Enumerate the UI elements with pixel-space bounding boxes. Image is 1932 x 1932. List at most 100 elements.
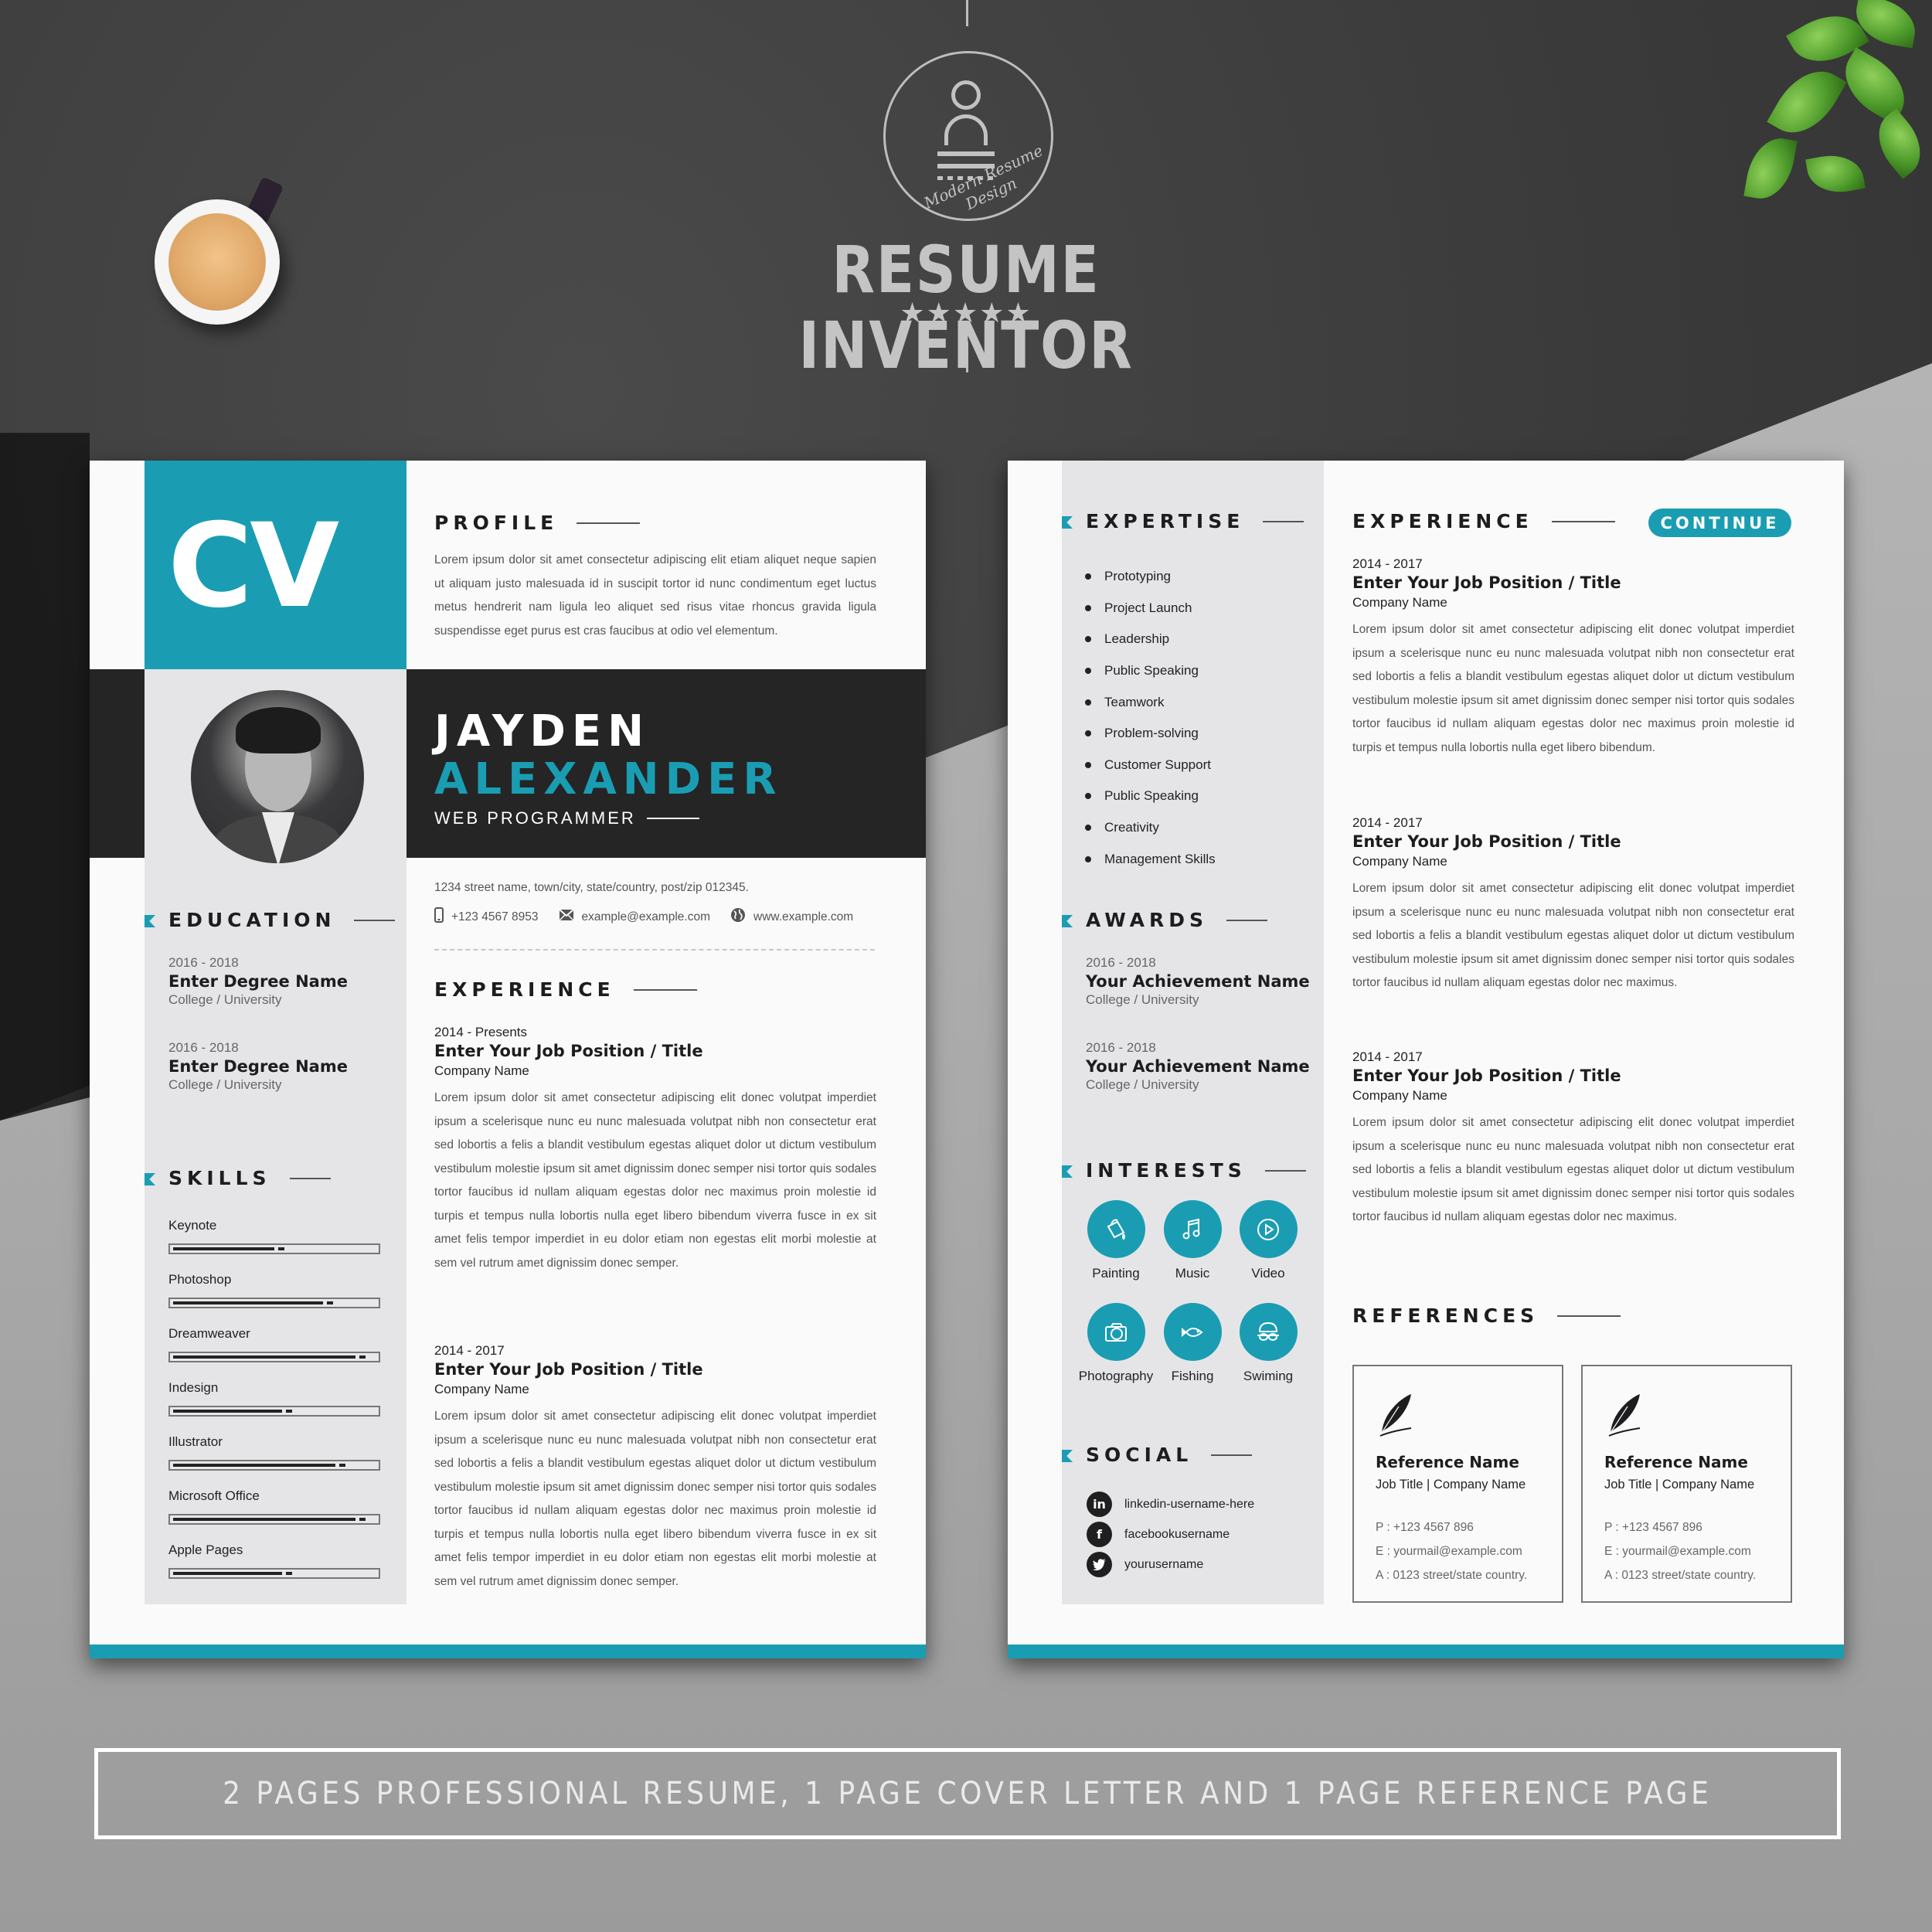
bullet-icon xyxy=(1085,573,1091,580)
education-school: College / University xyxy=(168,992,282,1007)
interest-label: Swiming xyxy=(1243,1369,1294,1383)
paint-bucket-icon xyxy=(1087,1200,1145,1258)
reference-email: E : yourmail@example.com xyxy=(1604,1545,1751,1558)
experience-heading-label: EXPERIENCE xyxy=(434,978,615,1001)
contact-website[interactable]: www.example.com xyxy=(730,907,853,927)
experience-years: 2014 - Presents xyxy=(434,1025,528,1039)
person-icon-head xyxy=(951,80,981,110)
award-item: 2016 - 2018 Your Achievement Name Colleg… xyxy=(1086,1040,1310,1093)
camera-icon xyxy=(1087,1303,1145,1361)
education-degree: Enter Degree Name xyxy=(168,1057,348,1076)
profile-heading: PROFILE xyxy=(434,512,641,534)
expertise-label: Public Speaking xyxy=(1104,788,1199,804)
experience-role: Enter Your Job Position / Title xyxy=(434,1042,703,1060)
interest-music: Music xyxy=(1150,1200,1235,1281)
award-years: 2016 - 2018 xyxy=(1086,1040,1156,1055)
skill-level-marker xyxy=(286,1410,292,1413)
skill-level-marker xyxy=(339,1464,345,1467)
coffee xyxy=(168,213,266,311)
bullet-icon xyxy=(1085,730,1091,737)
skill-level-fill xyxy=(173,1247,274,1250)
experience-item: 2014 - 2017 Enter Your Job Position / Ti… xyxy=(1352,815,1794,995)
promo-banner: 2 PAGES PROFESSIONAL RESUME, 1 PAGE COVE… xyxy=(94,1748,1841,1839)
skill-level-marker xyxy=(278,1247,284,1250)
social-heading-label: SOCIAL xyxy=(1086,1444,1193,1466)
award-name: Your Achievement Name xyxy=(1086,1057,1310,1076)
expertise-label: Public Speaking xyxy=(1104,663,1199,679)
rating-stars: ★★★★★ xyxy=(900,297,1032,328)
reference-job: Job Title | Company Name xyxy=(1376,1478,1526,1492)
skill-level-marker xyxy=(359,1518,366,1521)
education-years: 2016 - 2018 xyxy=(168,1040,239,1055)
skill-level-marker xyxy=(359,1355,366,1359)
interest-fishing: Fishing xyxy=(1150,1303,1235,1384)
expertise-label: Management Skills xyxy=(1104,851,1216,866)
awards-heading-label: AWARDS xyxy=(1086,909,1209,931)
skill-item: Indesign xyxy=(168,1380,380,1417)
contact-address: 1234 street name, town/city, state/count… xyxy=(434,881,749,894)
social-twitter[interactable]: yourusername xyxy=(1087,1552,1203,1577)
education-degree: Enter Degree Name xyxy=(168,972,348,991)
experience-item: 2014 - 2017 Enter Your Job Position / Ti… xyxy=(1352,1049,1794,1230)
reference-email: E : yourmail@example.com xyxy=(1376,1545,1522,1558)
page-footer-bar xyxy=(1008,1645,1844,1658)
bullet-icon xyxy=(1085,636,1091,643)
education-school: College / University xyxy=(168,1077,282,1092)
contact-phone: +123 4567 8953 xyxy=(434,907,539,927)
skills-heading: SKILLS xyxy=(168,1167,331,1189)
education-years: 2016 - 2018 xyxy=(168,955,239,970)
skill-item: Microsoft Office xyxy=(168,1488,380,1525)
experience-description: Lorem ipsum dolor sit amet consectetur a… xyxy=(1352,623,1794,754)
heading-rule xyxy=(1264,1169,1306,1172)
contact-email-text: example@example.com xyxy=(581,910,711,923)
first-name: JAYDEN xyxy=(434,706,650,757)
profile-text: Lorem ipsum dolor sit amet consectetur a… xyxy=(434,553,876,638)
award-school: College / University xyxy=(1086,992,1199,1007)
social-linkedin[interactable]: in linkedin-username-here xyxy=(1087,1492,1254,1517)
heading-rule xyxy=(577,522,641,524)
bullet-icon xyxy=(1085,604,1091,611)
award-years: 2016 - 2018 xyxy=(1086,955,1156,970)
fish-icon xyxy=(1163,1303,1222,1361)
social-facebook[interactable]: f facebookusername xyxy=(1087,1522,1230,1547)
skill-level-bar xyxy=(168,1298,380,1308)
experience-heading: EXPERIENCE xyxy=(434,978,697,1001)
education-item: 2016 - 2018 Enter Degree Name College / … xyxy=(168,955,348,1008)
bullet-icon xyxy=(1085,668,1091,675)
play-circle-icon xyxy=(1239,1200,1298,1258)
heading-rule xyxy=(1263,520,1304,522)
experience-company: Company Name xyxy=(434,1382,529,1396)
contact-website-text: www.example.com xyxy=(753,910,854,923)
interest-label: Video xyxy=(1251,1266,1285,1281)
bullet-icon xyxy=(1085,855,1091,862)
contact-divider xyxy=(434,949,875,951)
experience-description: Lorem ipsum dolor sit amet consectetur a… xyxy=(1352,1116,1794,1223)
experience-description: Lorem ipsum dolor sit amet consectetur a… xyxy=(434,1091,876,1270)
education-item: 2016 - 2018 Enter Degree Name College / … xyxy=(168,1040,348,1093)
heading-rule xyxy=(289,1177,331,1179)
envelope-icon xyxy=(558,909,574,925)
heading-rule xyxy=(354,919,396,921)
experience-years: 2014 - 2017 xyxy=(434,1343,505,1358)
expertise-list: Prototyping Project Launch Leadership Publi… xyxy=(1085,561,1216,875)
photo-hair xyxy=(236,707,321,753)
social-handle: linkedin-username-here xyxy=(1124,1497,1255,1511)
expertise-label: Teamwork xyxy=(1104,694,1165,709)
contact-email[interactable]: example@example.com xyxy=(558,909,711,925)
bullet-icon xyxy=(1085,761,1091,768)
promo-banner-text: 2 PAGES PROFESSIONAL RESUME, 1 PAGE COVE… xyxy=(223,1776,1713,1811)
skill-level-bar xyxy=(168,1243,380,1254)
bullet-icon xyxy=(1085,793,1091,800)
interests-heading: INTERESTS xyxy=(1086,1159,1306,1182)
social-handle: facebookusername xyxy=(1124,1527,1230,1541)
job-title-rule xyxy=(646,818,699,819)
skill-item: Apple Pages xyxy=(168,1543,380,1579)
expertise-item: Teamwork xyxy=(1085,686,1216,718)
expertise-item: Project Launch xyxy=(1085,593,1216,624)
last-name: ALEXANDER xyxy=(434,754,783,804)
expertise-item: Public Speaking xyxy=(1085,781,1216,812)
job-title-label: WEB PROGRAMMER xyxy=(434,808,636,828)
skill-level-fill xyxy=(173,1301,323,1304)
skill-level-bar xyxy=(168,1568,380,1579)
expertise-label: Project Launch xyxy=(1104,600,1192,615)
